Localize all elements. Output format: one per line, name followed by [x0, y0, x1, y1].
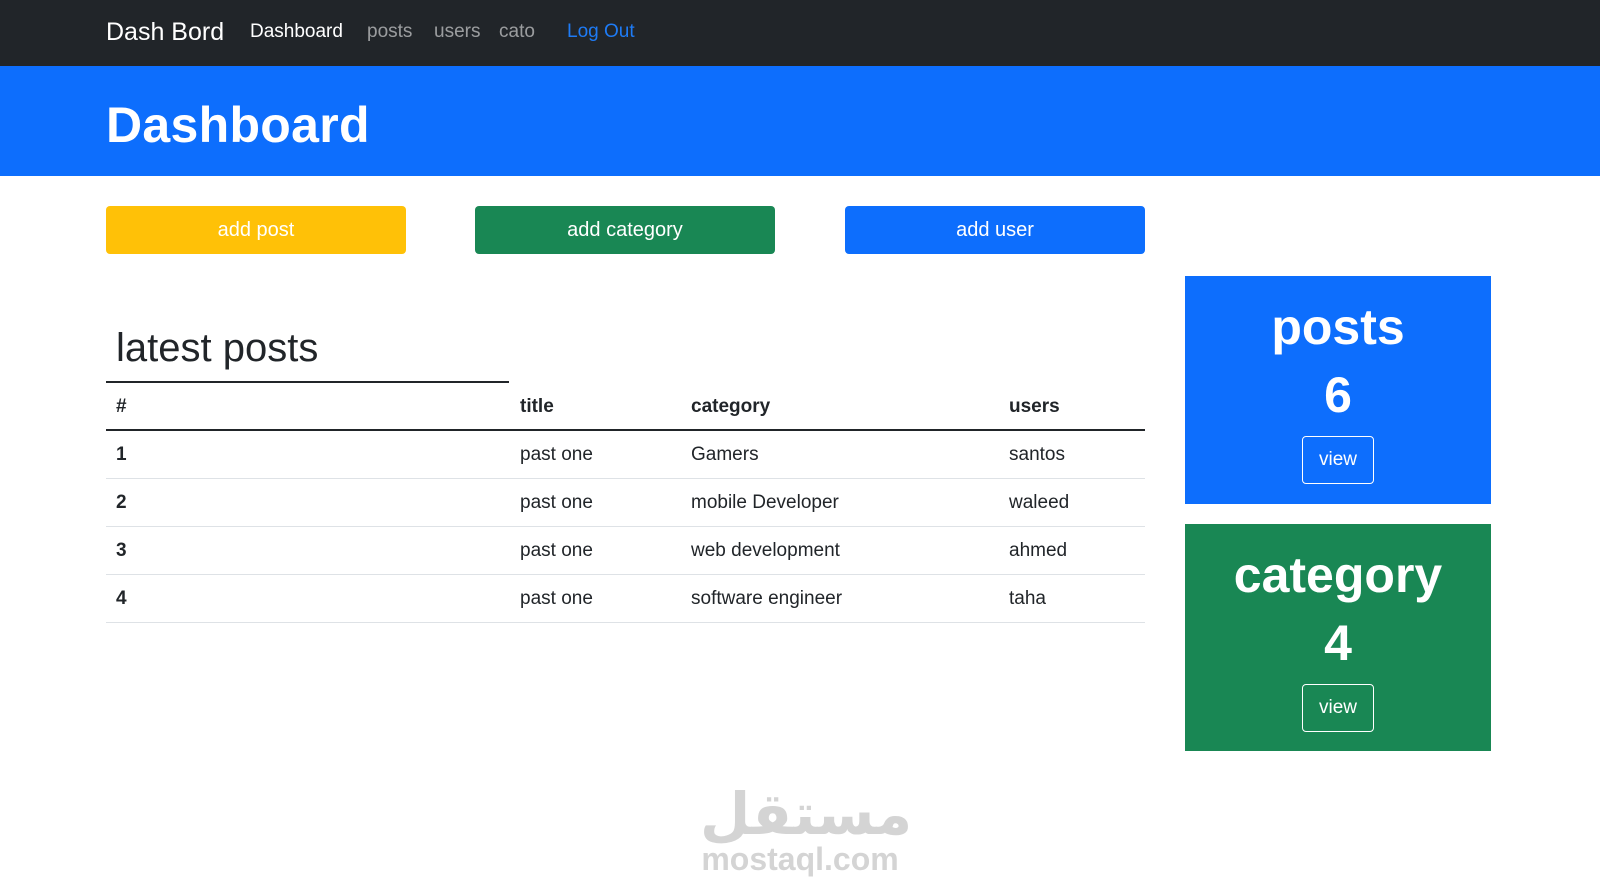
page-title: Dashboard: [106, 97, 370, 153]
row-title: past one: [520, 491, 593, 513]
category-summary-card: category 4 view: [1185, 524, 1491, 751]
heading-divider: [106, 381, 509, 383]
top-navbar: Dash Bord Dashboard posts users cato Log…: [0, 0, 1600, 66]
table-row: 3 past one web development ahmed: [106, 527, 1145, 575]
view-category-button[interactable]: view: [1302, 684, 1374, 732]
row-user: taha: [1009, 587, 1046, 609]
row-user: ahmed: [1009, 539, 1068, 561]
row-title: past one: [520, 443, 593, 465]
nav-posts[interactable]: posts: [367, 21, 412, 43]
posts-card-title: posts: [1271, 299, 1405, 355]
row-category: Gamers: [691, 443, 759, 465]
row-number: 2: [116, 491, 127, 513]
row-title: past one: [520, 539, 593, 561]
table-row: 2 past one mobile Developer waleed: [106, 479, 1145, 527]
table-row: 1 past one Gamers santos: [106, 431, 1145, 479]
nav-dashboard[interactable]: Dashboard: [250, 21, 343, 43]
row-category: software engineer: [691, 587, 843, 609]
row-title: past one: [520, 587, 593, 609]
posts-count: 6: [1324, 367, 1352, 423]
row-number: 4: [116, 587, 127, 609]
table-header: # title category users: [106, 384, 1145, 431]
posts-summary-card: posts 6 view: [1185, 276, 1491, 504]
latest-posts-table: # title category users 1 past one Gamers…: [106, 384, 1145, 623]
category-card-title: category: [1233, 547, 1443, 603]
category-count: 4: [1324, 615, 1352, 671]
table-row: 4 past one software engineer taha: [106, 575, 1145, 623]
add-category-button[interactable]: add category: [475, 206, 775, 254]
row-number: 3: [116, 539, 127, 561]
mostaql-watermark: مستقل mostaql.com: [700, 780, 913, 880]
nav-users[interactable]: users: [434, 21, 480, 43]
row-user: waleed: [1009, 491, 1070, 513]
row-user: santos: [1009, 443, 1065, 465]
row-category: mobile Developer: [691, 491, 839, 513]
watermark-arabic-text: مستقل: [700, 780, 913, 848]
row-number: 1: [116, 443, 127, 465]
add-post-button[interactable]: add post: [106, 206, 406, 254]
nav-cato[interactable]: cato: [499, 21, 535, 43]
latest-posts-heading: latest posts: [116, 326, 319, 370]
view-posts-button[interactable]: view: [1302, 436, 1374, 484]
page-header: Dashboard: [0, 66, 1600, 176]
column-header-category: category: [691, 395, 771, 417]
row-category: web development: [691, 539, 840, 561]
brand-logo[interactable]: Dash Bord: [106, 18, 224, 47]
nav-logout[interactable]: Log Out: [567, 21, 635, 43]
column-header-number: #: [116, 395, 127, 417]
add-user-button[interactable]: add user: [845, 206, 1145, 254]
column-header-title: title: [520, 395, 554, 417]
column-header-users: users: [1009, 395, 1060, 417]
watermark-latin-text: mostaql.com: [701, 841, 899, 877]
